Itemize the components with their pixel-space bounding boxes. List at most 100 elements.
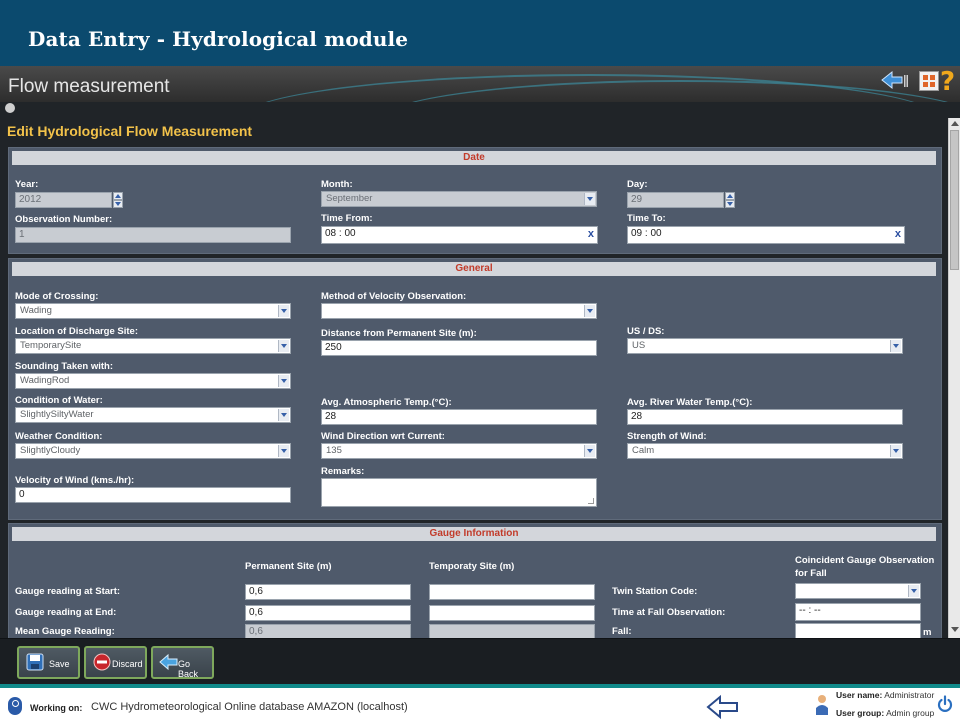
us-ds-value: US — [632, 340, 646, 351]
year-field[interactable]: 2012 — [15, 192, 112, 208]
fall-field[interactable] — [795, 623, 921, 638]
vertical-scrollbar[interactable] — [948, 118, 960, 638]
water-condition-select[interactable]: SlightlySiltyWater — [15, 407, 291, 423]
collapse-icon[interactable] — [5, 103, 15, 113]
gauge-start-label: Gauge reading at Start: — [15, 586, 121, 597]
discard-button[interactable]: Discard — [84, 646, 147, 679]
chevron-down-icon[interactable] — [278, 305, 289, 317]
stepper-down-icon[interactable] — [725, 200, 735, 208]
slide-banner: Data Entry - Hydrological module — [0, 0, 960, 66]
chevron-down-icon[interactable] — [584, 445, 595, 457]
clear-icon[interactable]: x — [588, 227, 594, 241]
year-label: Year: — [15, 179, 39, 190]
month-select[interactable]: September — [321, 191, 597, 207]
gauge-start-temporary-field[interactable] — [429, 584, 595, 600]
stepper-up-icon[interactable] — [725, 192, 735, 200]
atmospheric-temp-label: Avg. Atmospheric Temp.(°C): — [321, 397, 452, 408]
gauge-end-label: Gauge reading at End: — [15, 607, 117, 618]
time-fall-field[interactable]: -- : -- — [795, 603, 921, 621]
remarks-textarea[interactable] — [321, 478, 597, 507]
temporary-site-header: Temporaty Site (m) — [429, 561, 515, 572]
app-logo-icon — [8, 697, 22, 715]
sounding-select[interactable]: WadingRod — [15, 373, 291, 389]
fall-label: Fall: — [612, 626, 632, 637]
twin-station-select[interactable] — [795, 583, 921, 599]
chevron-down-icon[interactable] — [890, 340, 901, 352]
resize-grip-icon[interactable] — [588, 498, 594, 504]
day-stepper[interactable] — [725, 192, 735, 208]
chevron-down-icon[interactable] — [890, 445, 901, 457]
distance-field[interactable]: 250 — [321, 340, 597, 356]
scroll-down-icon[interactable] — [950, 625, 960, 634]
river-temp-label: Avg. River Water Temp.(°C): — [627, 397, 753, 408]
status-bar: Working on: CWC Hydrometeorological Onli… — [0, 684, 960, 720]
user-avatar-icon — [816, 695, 828, 715]
wind-velocity-field[interactable]: 0 — [15, 487, 291, 503]
chevron-down-icon[interactable] — [278, 375, 289, 387]
working-on-label: Working on: — [30, 703, 83, 713]
user-group-line: User group: Admin group — [836, 708, 934, 718]
wind-direction-select[interactable]: 135 — [321, 443, 597, 459]
gauge-start-permanent-field[interactable]: 0,6 — [245, 584, 411, 600]
us-ds-select[interactable]: US — [627, 338, 903, 354]
help-icon[interactable]: ? — [940, 67, 955, 97]
chevron-down-icon[interactable] — [908, 585, 919, 597]
scroll-up-icon[interactable] — [950, 119, 960, 128]
stepper-down-icon[interactable] — [113, 200, 123, 208]
time-to-label: Time To: — [627, 213, 666, 224]
save-label: Save — [49, 659, 70, 669]
mode-of-crossing-select[interactable]: Wading — [15, 303, 291, 319]
year-stepper[interactable] — [113, 192, 123, 208]
discharge-location-label: Location of Discharge Site: — [15, 326, 138, 337]
atmospheric-temp-field[interactable]: 28 — [321, 409, 597, 425]
gauge-end-temporary-field[interactable] — [429, 605, 595, 621]
time-from-label: Time From: — [321, 213, 373, 224]
discard-icon — [93, 653, 111, 671]
time-from-field[interactable]: 08 : 00 x — [321, 226, 598, 244]
weather-select[interactable]: SlightlyCloudy — [15, 443, 291, 459]
save-button[interactable]: Save — [17, 646, 80, 679]
observation-number-field[interactable]: 1 — [15, 227, 291, 243]
gauge-end-permanent-field[interactable]: 0,6 — [245, 605, 411, 621]
app-title: Flow measurement — [8, 76, 170, 97]
coincident-gauge-header: Coincident Gauge Observation for Fall — [795, 555, 935, 579]
form-area: Edit Hydrological Flow Measurement Date … — [0, 102, 960, 638]
wind-strength-select[interactable]: Calm — [627, 443, 903, 459]
back-arrow-icon[interactable] — [880, 70, 908, 94]
distance-label: Distance from Permanent Site (m): — [321, 328, 477, 339]
chevron-down-icon[interactable] — [278, 445, 289, 457]
day-label: Day: — [627, 179, 648, 190]
mode-of-crossing-value: Wading — [20, 305, 52, 316]
discard-label: Discard — [112, 659, 143, 669]
mean-gauge-label: Mean Gauge Reading: — [15, 626, 115, 637]
chevron-down-icon[interactable] — [584, 193, 595, 205]
clear-icon[interactable]: x — [895, 227, 901, 241]
chevron-down-icon[interactable] — [584, 305, 595, 317]
scroll-thumb[interactable] — [950, 130, 959, 270]
menu-grid-icon[interactable] — [919, 71, 939, 91]
back-arrow-icon[interactable] — [706, 694, 740, 720]
discharge-location-value: TemporarySite — [20, 340, 82, 351]
water-condition-label: Condition of Water: — [15, 395, 103, 406]
river-temp-field[interactable]: 28 — [627, 409, 903, 425]
wind-direction-value: 135 — [326, 445, 342, 456]
action-bar: Save Discard Go Back — [0, 638, 960, 684]
day-field[interactable]: 29 — [627, 192, 724, 208]
app-header: Flow measurement ? — [0, 66, 960, 102]
date-section: Date Year: 2012 Month: September Day: 29… — [8, 147, 942, 254]
wind-direction-label: Wind Direction wrt Current: — [321, 431, 445, 442]
user-name: Administrator — [884, 690, 935, 700]
back-arrow-icon — [159, 653, 178, 671]
chevron-down-icon[interactable] — [278, 409, 289, 421]
form-title: Edit Hydrological Flow Measurement — [7, 123, 253, 139]
user-name-line: User name: Administrator — [836, 690, 934, 700]
discharge-location-select[interactable]: TemporarySite — [15, 338, 291, 354]
go-back-button[interactable]: Go Back — [151, 646, 214, 679]
velocity-method-select[interactable] — [321, 303, 597, 319]
power-icon[interactable] — [937, 695, 953, 713]
gauge-section: Gauge Information Permanent Site (m) Tem… — [8, 523, 942, 638]
chevron-down-icon[interactable] — [278, 340, 289, 352]
time-to-field[interactable]: 09 : 00 x — [627, 226, 905, 244]
stepper-up-icon[interactable] — [113, 192, 123, 200]
go-back-label: Go Back — [178, 659, 199, 679]
